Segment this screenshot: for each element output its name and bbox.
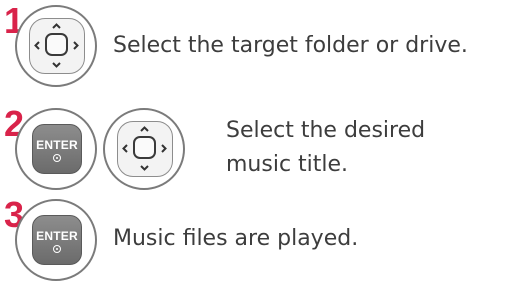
nav-pad-ring <box>15 5 97 87</box>
enter-dot-icon <box>53 154 61 162</box>
nav-center-icon <box>133 136 156 159</box>
step-text: Music files are played. <box>113 226 359 251</box>
enter-dot-icon <box>53 245 61 253</box>
enter-button-icon: ENTER <box>32 215 82 265</box>
nav-center-icon <box>45 33 68 56</box>
enter-button-ring: ENTER <box>15 108 97 190</box>
nav-pad-ring <box>103 108 185 190</box>
enter-label: ENTER <box>36 138 78 152</box>
enter-label: ENTER <box>36 229 78 243</box>
step-text-line-1: Select the desired <box>226 118 426 143</box>
enter-button-ring: ENTER <box>15 199 97 281</box>
navigation-pad-icon <box>117 121 173 177</box>
step-text-line-2: music title. <box>226 152 349 177</box>
step-text: Select the target folder or drive. <box>113 33 468 58</box>
enter-button-icon: ENTER <box>32 124 82 174</box>
navigation-pad-icon <box>29 18 85 74</box>
